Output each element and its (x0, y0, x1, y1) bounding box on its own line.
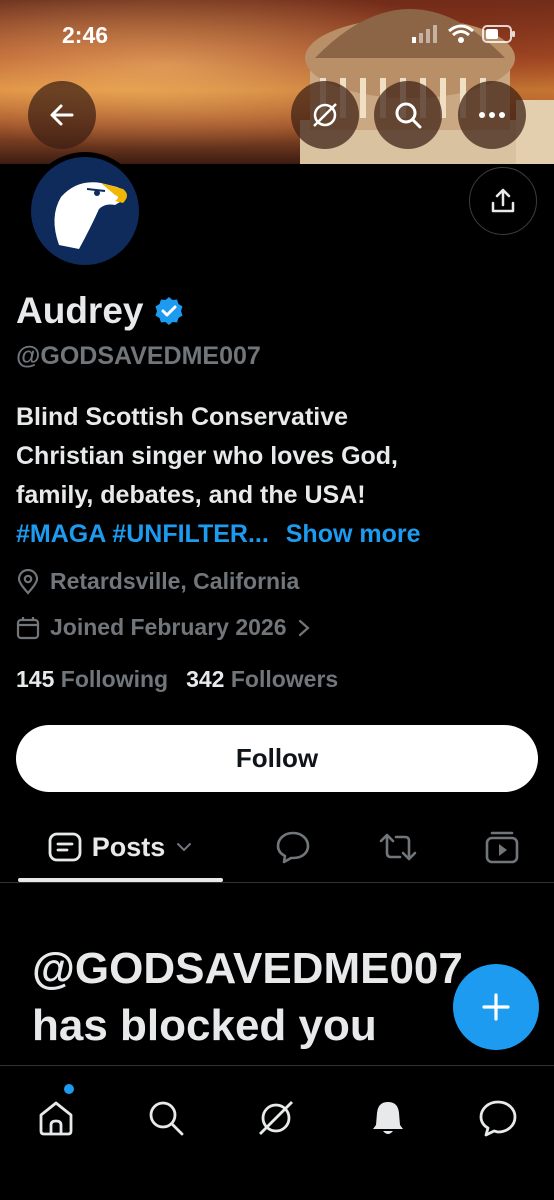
nav-messages[interactable] (468, 1088, 528, 1148)
search-icon (149, 1101, 184, 1136)
tab-active-indicator (18, 878, 223, 882)
profile-tabs: Posts (0, 812, 554, 883)
more-button[interactable] (458, 81, 526, 149)
nav-search[interactable] (136, 1088, 196, 1148)
repost-icon (379, 833, 417, 861)
profile-name: Audrey (16, 290, 144, 331)
posts-icon (48, 832, 82, 862)
tab-posts-label: Posts (91, 831, 166, 862)
nav-home[interactable] (26, 1084, 86, 1148)
bottom-navigation (0, 1065, 554, 1200)
share-button[interactable] (469, 167, 537, 235)
followers-label: Followers (230, 666, 339, 692)
search-button[interactable] (374, 81, 442, 149)
location-pin-icon (17, 568, 39, 595)
nav-notifications[interactable] (358, 1088, 418, 1148)
following-count: 145 (16, 666, 55, 692)
status-icons (412, 24, 516, 44)
share-icon (491, 188, 515, 213)
search-icon (395, 102, 422, 129)
chevron-down-icon (177, 843, 192, 852)
joined-text: Joined February 2026 (50, 614, 287, 640)
home-icon (39, 1101, 73, 1136)
media-icon (485, 831, 519, 864)
replies-icon (276, 831, 310, 864)
profile-name-row: Audrey (16, 290, 185, 332)
wifi-icon (448, 24, 474, 43)
plus-icon (482, 993, 510, 1021)
bio-line: Blind Scottish Conservative (16, 403, 349, 431)
compose-button[interactable] (453, 964, 539, 1050)
profile-handle: @GODSAVEDME007 (16, 342, 261, 370)
messages-icon (479, 1100, 517, 1137)
tab-media[interactable] (471, 812, 533, 882)
status-time: 2:46 (62, 22, 109, 48)
show-more-link[interactable]: Show more (286, 520, 421, 548)
eagle-icon (54, 182, 127, 249)
back-button[interactable] (28, 81, 96, 149)
grok-icon (313, 103, 337, 127)
notifications-icon (373, 1102, 403, 1134)
profile-joined[interactable]: Joined February 2026 (16, 614, 311, 641)
bio-hashtags[interactable]: #MAGA #UNFILTER... (16, 520, 269, 548)
follow-counts: 145 Following 342 Followers (16, 666, 338, 693)
chevron-right-icon (298, 619, 310, 636)
signal-icon (412, 25, 437, 43)
tab-replies[interactable] (262, 812, 324, 882)
back-arrow-icon (50, 104, 74, 126)
avatar-image (31, 157, 139, 265)
battery-icon (482, 25, 515, 43)
following-label: Following (60, 666, 169, 692)
nav-grok[interactable] (246, 1088, 306, 1148)
grok-button[interactable] (291, 81, 359, 149)
location-text: Retardsville, California (50, 568, 300, 594)
bio-line: Christian singer who loves God, (16, 442, 399, 470)
grok-icon (259, 1101, 293, 1135)
home-notification-dot (64, 1084, 74, 1094)
verified-badge-icon[interactable] (153, 295, 185, 327)
tab-posts[interactable]: Posts (18, 812, 223, 882)
calendar-icon (16, 616, 40, 639)
bio-line-hashtags: #MAGA #UNFILTER... Show more (16, 515, 536, 554)
status-bar: 2:46 (0, 0, 554, 72)
following-link[interactable]: 145 Following (16, 666, 168, 693)
tab-reposts[interactable] (367, 812, 429, 882)
followers-link[interactable]: 342 Followers (186, 666, 338, 693)
avatar[interactable] (26, 152, 144, 270)
profile-bio: Blind Scottish Conservative Christian si… (16, 398, 536, 554)
follow-button[interactable]: Follow (16, 725, 538, 792)
profile-location: Retardsville, California (16, 568, 299, 595)
bio-line: family, debates, and the USA! (16, 481, 366, 509)
followers-count: 342 (186, 666, 225, 692)
more-icon (479, 112, 505, 118)
